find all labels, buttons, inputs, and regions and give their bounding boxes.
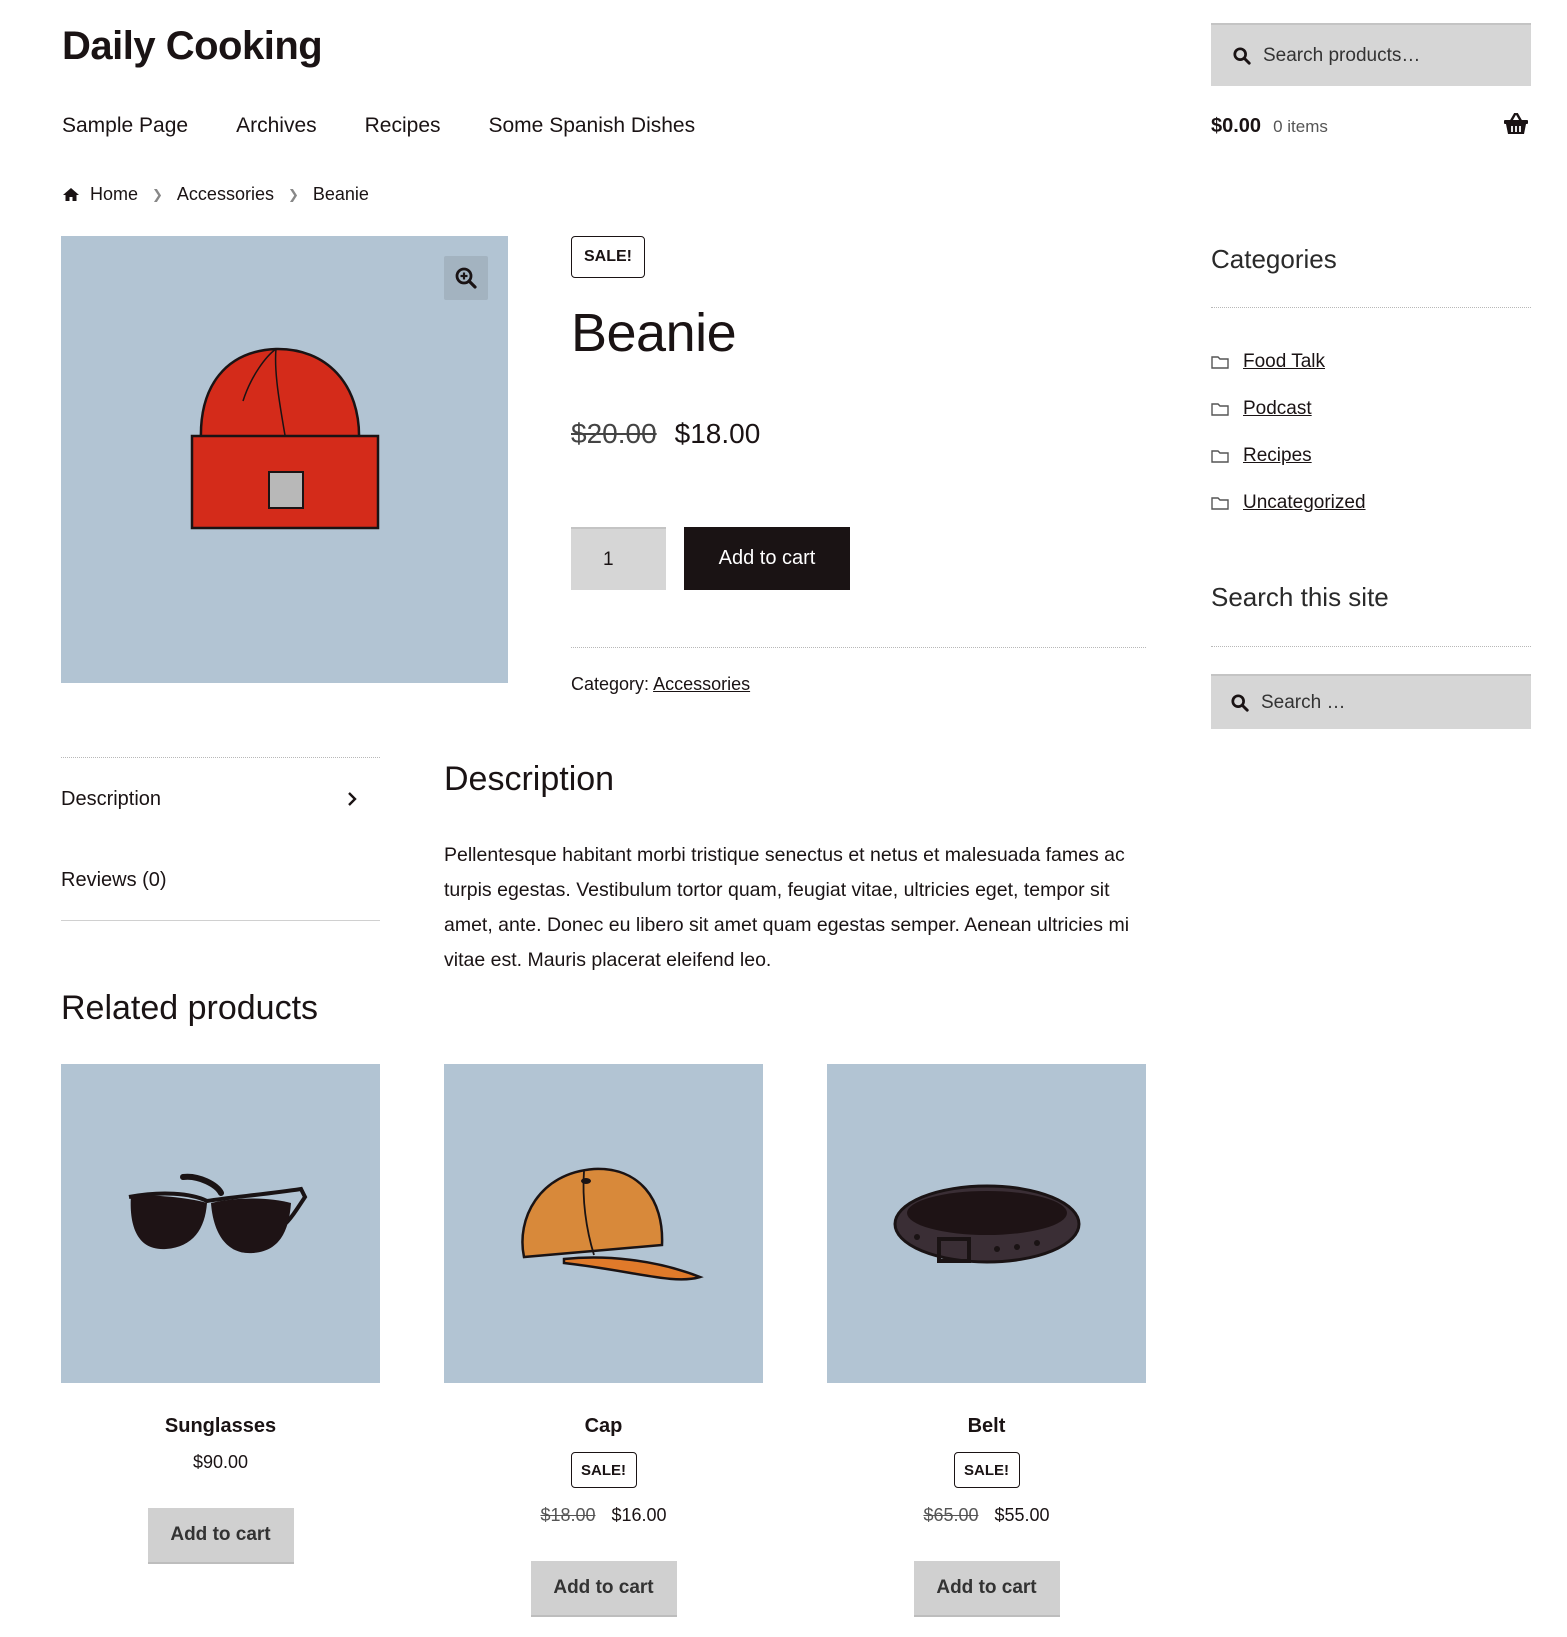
category-label: Category: [571, 674, 650, 694]
related-product-actions: Add to cart [444, 1561, 763, 1617]
sale-badge: SALE! [570, 1452, 637, 1488]
tab-reviews-label: Reviews (0) [61, 868, 167, 891]
sale-price: $55.00 [994, 1505, 1050, 1525]
site-search-field[interactable]: Search … [1211, 674, 1531, 729]
belt-illustration [893, 1184, 1080, 1263]
category-link[interactable]: Accessories [653, 674, 750, 694]
breadcrumb-separator-icon: ❯ [287, 186, 299, 202]
beanie-illustration [190, 347, 380, 530]
sale-price: $16.00 [611, 1505, 667, 1525]
related-product-image-cap[interactable] [444, 1064, 763, 1383]
category-item: Recipes [1211, 432, 1366, 479]
breadcrumb-accessories[interactable]: Accessories [177, 184, 274, 205]
divider [61, 757, 380, 758]
sunglasses-illustration [128, 1173, 307, 1253]
description-heading: Description [444, 760, 615, 798]
product-category-meta: Category: Accessories [571, 674, 750, 695]
breadcrumb-separator-icon: ❯ [152, 186, 163, 202]
folder-icon [1211, 402, 1229, 416]
search-icon [1233, 46, 1251, 65]
breadcrumb-home[interactable]: Home [90, 184, 138, 205]
category-link-recipes[interactable]: Recipes [1243, 445, 1312, 467]
folder-icon [1211, 449, 1229, 463]
nav-item-sample-page[interactable]: Sample Page [62, 114, 188, 138]
categories-widget-title: Categories [1211, 244, 1337, 274]
cap-illustration [520, 1167, 704, 1281]
original-price: $20.00 [571, 418, 657, 449]
related-product-sale: SALE! [444, 1452, 763, 1488]
site-search-placeholder: Search … [1261, 691, 1346, 713]
related-product-name[interactable]: Belt [827, 1415, 1146, 1438]
search-icon [1231, 693, 1249, 712]
search-widget-title: Search this site [1211, 582, 1389, 612]
related-product-image-belt[interactable] [827, 1064, 1146, 1383]
home-icon [63, 188, 79, 201]
divider [571, 647, 1146, 648]
description-text: Pellentesque habitant morbi tristique se… [444, 844, 1130, 971]
primary-nav: Sample Page Archives Recipes Some Spanis… [62, 114, 695, 138]
nav-item-recipes[interactable]: Recipes [365, 114, 441, 138]
original-price: $65.00 [923, 1505, 979, 1525]
chevron-right-icon [348, 792, 357, 806]
category-link-podcast[interactable]: Podcast [1243, 398, 1312, 420]
related-product-name[interactable]: Cap [444, 1415, 763, 1438]
related-products-heading: Related products [61, 989, 319, 1027]
product-search-field[interactable]: Search products… [1211, 23, 1531, 86]
folder-icon [1211, 496, 1229, 510]
zoom-in-icon [455, 267, 477, 289]
add-to-cart-button[interactable]: Add to cart [684, 527, 850, 590]
add-to-cart-button[interactable]: Add to cart [147, 1508, 294, 1564]
related-product-actions: Add to cart [827, 1561, 1146, 1617]
related-product-actions: Add to cart [61, 1508, 380, 1564]
related-product-sale: SALE! [827, 1452, 1146, 1488]
price: $90.00 [192, 1452, 249, 1472]
tab-description[interactable]: Description [61, 777, 380, 821]
breadcrumb-current: Beanie [312, 184, 369, 204]
category-link-food-talk[interactable]: Food Talk [1243, 351, 1325, 373]
sale-badge: SALE! [953, 1452, 1020, 1488]
related-product-name[interactable]: Sunglasses [61, 1415, 380, 1438]
breadcrumb: Home ❯ Accessories ❯ Beanie [62, 184, 369, 205]
sale-price: $18.00 [674, 418, 761, 449]
basket-icon[interactable] [1503, 113, 1529, 135]
divider [1211, 646, 1531, 647]
folder-icon [1211, 355, 1229, 369]
related-product-price: $18.00 $16.00 [444, 1505, 763, 1526]
sale-badge: SALE! [571, 236, 645, 278]
product-image[interactable] [61, 236, 508, 683]
add-to-cart-button[interactable]: Add to cart [913, 1561, 1060, 1617]
category-link-uncategorized[interactable]: Uncategorized [1243, 492, 1366, 514]
zoom-button[interactable] [444, 256, 488, 300]
cart-item-count: 0 items [1273, 117, 1328, 136]
quantity-input[interactable]: 1 [571, 527, 666, 590]
tab-description-label: Description [61, 787, 162, 810]
category-item: Podcast [1211, 385, 1366, 432]
category-item: Food Talk [1211, 338, 1366, 385]
related-product-image-sunglasses[interactable] [61, 1064, 380, 1383]
tab-reviews[interactable]: Reviews (0) [61, 858, 380, 902]
nav-item-spanish-dishes[interactable]: Some Spanish Dishes [489, 114, 696, 138]
related-product-price: $65.00 $55.00 [827, 1505, 1146, 1526]
nav-item-archives[interactable]: Archives [236, 114, 317, 138]
cart-summary[interactable]: $0.00 0 items [1211, 115, 1328, 138]
categories-list: Food Talk Podcast Recipes Uncategorized [1211, 338, 1366, 526]
cart-amount: $0.00 [1211, 115, 1262, 137]
add-to-cart-button[interactable]: Add to cart [530, 1561, 677, 1617]
divider [61, 920, 380, 921]
divider [1211, 307, 1531, 308]
site-title[interactable]: Daily Cooking [62, 24, 323, 69]
product-search-placeholder: Search products… [1263, 44, 1421, 66]
original-price: $18.00 [540, 1505, 596, 1525]
product-price: $20.00 $18.00 [571, 418, 760, 450]
related-product-price: $90.00 [61, 1452, 380, 1473]
category-item: Uncategorized [1211, 479, 1366, 526]
product-title: Beanie [571, 303, 737, 363]
